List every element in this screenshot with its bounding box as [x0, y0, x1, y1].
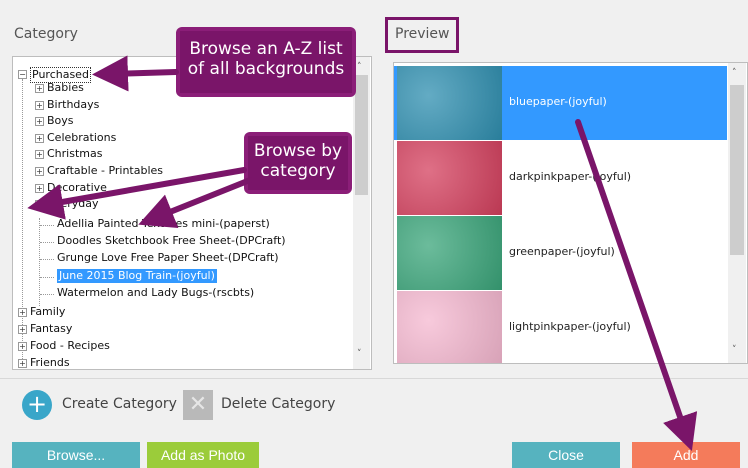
arrow-to-purchased: [92, 55, 179, 92]
arrow-to-everyday-1: [27, 167, 247, 220]
annotation-arrows: [27, 55, 698, 452]
arrow-to-add: [575, 119, 698, 452]
